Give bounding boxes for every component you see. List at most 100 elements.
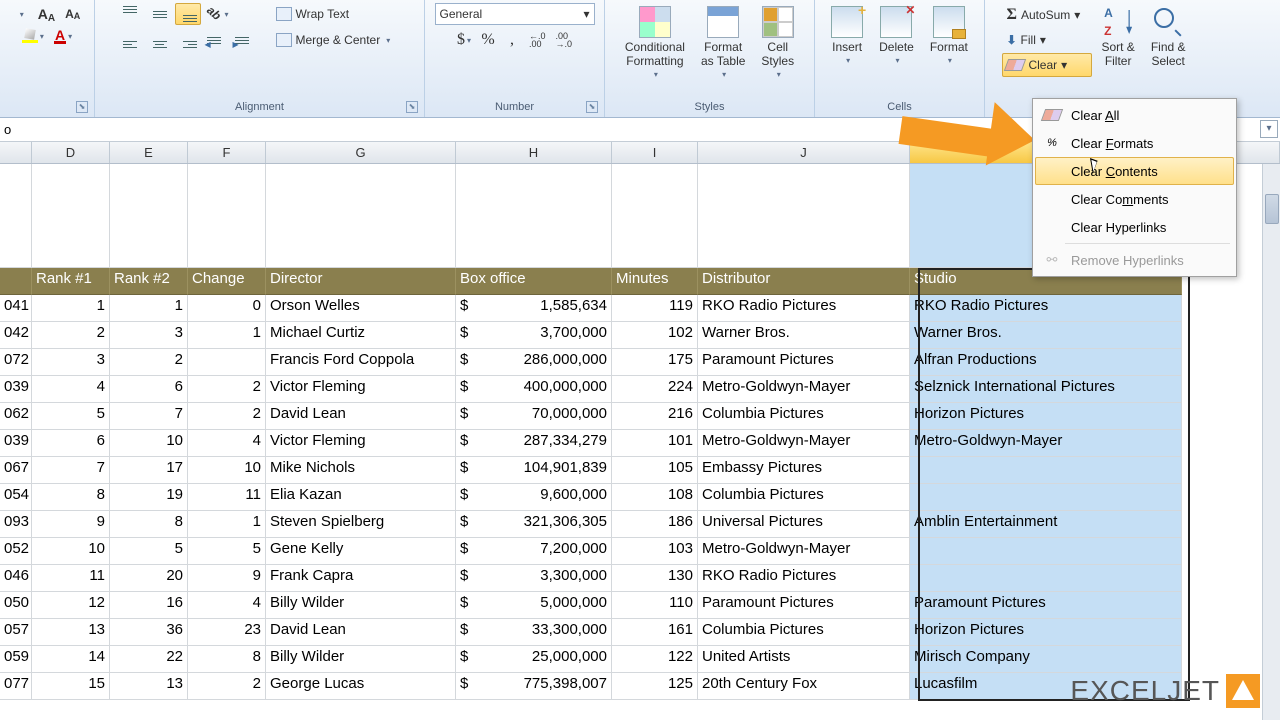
increase-decimal-button[interactable]: ←.0 .00 (525, 29, 550, 51)
decrease-indent-button[interactable] (203, 29, 229, 51)
scrollbar-thumb[interactable] (1265, 194, 1279, 224)
decrease-decimal-icon: .00 →.0 (556, 32, 573, 48)
remove-hyperlinks-item: ⚯Remove Hyperlinks (1035, 246, 1234, 274)
font-color-icon: A (54, 29, 66, 44)
watermark-icon (1226, 674, 1260, 708)
sort-filter-button[interactable]: Sort & Filter (1094, 3, 1141, 71)
number-group: General▾ $▾ % , ←.0 .00 .00 →.0 Number⬊ (425, 0, 605, 117)
align-right-button[interactable] (175, 29, 201, 51)
fill-button[interactable]: ⬇Fill▾ (1002, 28, 1092, 52)
find-icon (1152, 6, 1184, 38)
table-row[interactable]: 041110Orson Welles$1,585,634119RKO Radio… (0, 295, 1280, 322)
watermark-text: EXCELJET (1070, 675, 1220, 707)
cell-styles-button[interactable]: Cell Styles▾ (754, 3, 801, 85)
table-row[interactable]: 05012164Billy Wilder$5,000,000110Paramou… (0, 592, 1280, 619)
table-row[interactable]: 04611209Frank Capra$3,300,000130RKO Radi… (0, 565, 1280, 592)
table-row[interactable]: 05914228Billy Wilder$25,000,000122United… (0, 646, 1280, 673)
clear-contents-item[interactable]: Clear Contents (1035, 157, 1234, 185)
clear-button[interactable]: Clear▾ (1002, 53, 1092, 77)
increase-indent-button[interactable] (231, 29, 257, 51)
header-change: Change (188, 268, 266, 295)
percent-button[interactable]: % (477, 29, 499, 51)
fill-color-button[interactable]: ▾ (18, 25, 48, 47)
wrap-text-icon (276, 7, 292, 21)
delete-icon (880, 6, 912, 38)
clear-comments-item[interactable]: Clear Comments (1035, 185, 1234, 213)
eraser-icon (1004, 59, 1026, 71)
align-top-button[interactable] (119, 3, 145, 25)
header-rank2: Rank #2 (110, 268, 188, 295)
font-color-button[interactable]: A▾ (50, 25, 76, 47)
align-left-button[interactable] (119, 29, 145, 51)
bucket-icon (22, 29, 38, 43)
conditional-formatting-button[interactable]: Conditional Formatting▾ (618, 3, 692, 85)
table-row[interactable]: 093981Steven Spielberg$321,306,305186Uni… (0, 511, 1280, 538)
eraser-icon (1041, 109, 1063, 121)
table-row[interactable]: 0521055Gene Kelly$7,200,000103Metro-Gold… (0, 538, 1280, 565)
decrease-font-button[interactable]: A (61, 3, 84, 25)
align-middle-button[interactable] (147, 3, 173, 25)
format-as-table-icon (707, 6, 739, 38)
table-row[interactable]: 042231Michael Curtiz$3,700,000102Warner … (0, 322, 1280, 349)
format-icon (933, 6, 965, 38)
col-header[interactable]: J (698, 142, 910, 163)
font-group: ▾ A A ▾ A▾ ⬊ (0, 0, 95, 117)
chain-icon: ⚯ (1041, 251, 1063, 269)
insert-icon (831, 6, 863, 38)
dollar-icon: $ (457, 31, 465, 49)
wrap-text-button[interactable]: Wrap Text (271, 3, 401, 25)
clear-hyperlinks-item[interactable]: Clear Hyperlinks (1035, 213, 1234, 241)
vertical-scrollbar[interactable] (1262, 164, 1280, 720)
wrap-text-label: Wrap Text (296, 7, 350, 21)
cell-styles-icon (762, 6, 794, 38)
dialog-launcher-icon[interactable]: ⬊ (406, 101, 418, 113)
table-row[interactable]: 039462Victor Fleming$400,000,000224Metro… (0, 376, 1280, 403)
formula-bar-value: o (0, 122, 11, 137)
autosum-button[interactable]: ΣAutoSum▾ (1002, 3, 1092, 27)
styles-label: Styles (695, 101, 725, 113)
col-header[interactable] (0, 142, 32, 163)
col-header[interactable]: I (612, 142, 698, 163)
col-header[interactable]: H (456, 142, 612, 163)
align-bottom-button[interactable] (175, 3, 201, 25)
table-row[interactable]: 06771710Mike Nichols$104,901,839105Embas… (0, 457, 1280, 484)
merge-label: Merge & Center (296, 33, 381, 47)
number-format-dropdown[interactable]: General▾ (435, 3, 595, 25)
table-row[interactable]: 062572David Lean$70,000,000216Columbia P… (0, 403, 1280, 430)
format-as-table-button[interactable]: Format as Table▾ (694, 3, 752, 85)
expand-formula-bar-button[interactable]: ▾ (1260, 120, 1278, 138)
table-row[interactable]: 057133623David Lean$33,300,000161Columbi… (0, 619, 1280, 646)
dialog-launcher-icon[interactable]: ⬊ (76, 101, 88, 113)
dialog-launcher-icon[interactable]: ⬊ (586, 101, 598, 113)
alignment-group: ▾ Wrap Text Merge & Center▾ Alignment ⬊ (95, 0, 425, 117)
decrease-indent-icon (207, 37, 225, 44)
increase-font-icon: A (38, 6, 55, 22)
decrease-font-icon: A (65, 7, 80, 21)
table-row[interactable]: 07232Francis Ford Coppola$286,000,000175… (0, 349, 1280, 376)
align-center-button[interactable] (147, 29, 173, 51)
clear-formats-item[interactable]: %Clear Formats (1035, 129, 1234, 157)
align-center-icon (151, 32, 169, 48)
orientation-button[interactable]: ▾ (203, 3, 233, 25)
increase-font-button[interactable]: A (34, 3, 59, 25)
col-header[interactable]: F (188, 142, 266, 163)
currency-button[interactable]: $▾ (453, 29, 475, 51)
clear-all-item[interactable]: Clear All (1035, 101, 1234, 129)
col-header[interactable]: D (32, 142, 110, 163)
font-size-dropdown[interactable]: ▾ (10, 3, 32, 25)
col-header[interactable]: E (110, 142, 188, 163)
col-header[interactable]: G (266, 142, 456, 163)
find-select-button[interactable]: Find & Select (1144, 3, 1193, 71)
comma-button[interactable]: , (501, 29, 523, 51)
table-row[interactable]: 05481911Elia Kazan$9,600,000108Columbia … (0, 484, 1280, 511)
table-row[interactable]: 0396104Victor Fleming$287,334,279101Metr… (0, 430, 1280, 457)
fill-down-icon: ⬇ (1006, 33, 1016, 47)
format-button[interactable]: Format▾ (923, 3, 975, 71)
insert-button[interactable]: Insert▾ (824, 3, 870, 71)
percent-eraser-icon: % (1041, 134, 1063, 152)
merge-center-button[interactable]: Merge & Center▾ (271, 29, 401, 51)
decrease-decimal-button[interactable]: .00 →.0 (552, 29, 577, 51)
number-format-value: General (440, 7, 483, 21)
delete-button[interactable]: Delete▾ (872, 3, 921, 71)
alignment-label: Alignment (235, 101, 284, 113)
